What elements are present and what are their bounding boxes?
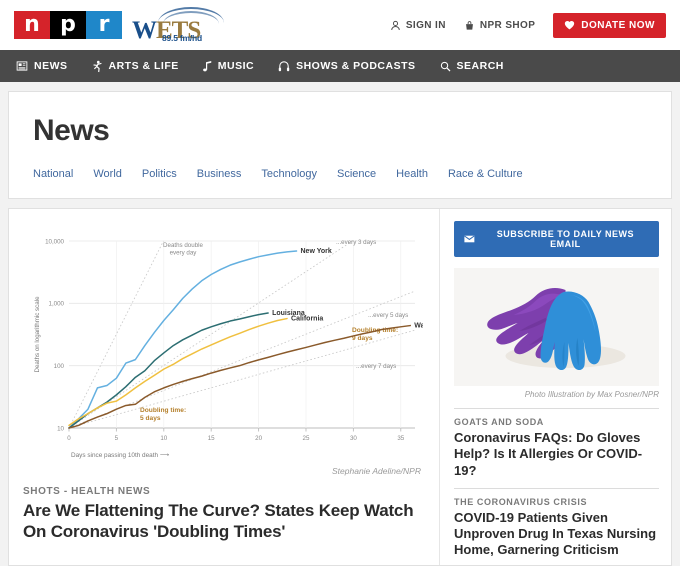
svg-text:0: 0: [67, 435, 71, 442]
newspaper-icon: [16, 61, 28, 71]
npr-logo-letter-n: n: [14, 11, 50, 39]
heart-icon: [565, 20, 575, 30]
gloves-photo-credit: Photo Illustration by Max Posner/NPR: [524, 390, 659, 399]
subnav-item-national[interactable]: National: [33, 168, 73, 180]
subnav-item-race-and-culture[interactable]: Race & Culture: [448, 168, 523, 180]
svg-text:10,000: 10,000: [45, 238, 64, 245]
featured-story-headline[interactable]: Are We Flattening The Curve? States Keep…: [23, 501, 425, 542]
svg-text:5 days: 5 days: [140, 415, 161, 422]
svg-text:...every 5 days: ...every 5 days: [368, 312, 408, 319]
sidebar-story-1-kicker: Goats and Soda: [454, 417, 544, 427]
svg-text:30: 30: [350, 435, 357, 442]
sidebar-story-1-headline[interactable]: Coronavirus FAQs: Do Gloves Help? Is It …: [454, 430, 659, 479]
subnav-item-science[interactable]: Science: [337, 168, 376, 180]
nav-item-music[interactable]: Music: [202, 60, 255, 72]
music-note-icon: [202, 61, 211, 72]
content-region: 10 100 1,000 10,000 0 5 10 15 20 25 30 35 Deaths on …: [8, 208, 672, 566]
station-callsign-w: W: [132, 17, 157, 44]
svg-text:20: 20: [255, 435, 262, 442]
nav-item-news[interactable]: News: [16, 60, 68, 72]
site-header: n p r WETS 89.5 fm/hd Sign In NPR Shop: [0, 0, 680, 50]
nav-item-shows-and-podcasts-label: Shows & Podcasts: [296, 60, 416, 72]
primary-navigation: News Arts & Life Music Shows & Podcasts: [0, 50, 680, 82]
sidebar-story-2-kicker: The Coronavirus Crisis: [454, 496, 588, 507]
svg-text:...every 3 days: ...every 3 days: [336, 239, 376, 246]
nav-item-arts-and-life[interactable]: Arts & Life: [92, 60, 179, 73]
npr-shop-link[interactable]: NPR Shop: [464, 20, 535, 31]
station-frequency: 89.5 fm/hd: [162, 33, 203, 43]
npr-logo-letter-r: r: [86, 11, 122, 39]
logo-group: n p r WETS 89.5 fm/hd: [14, 7, 228, 44]
shopping-bag-icon: [465, 20, 473, 30]
svg-text:10: 10: [57, 425, 64, 432]
svg-text:25: 25: [303, 435, 310, 442]
section-header-panel: News National World Politics Business Te…: [8, 91, 672, 199]
series-label-california: California: [291, 316, 323, 323]
donate-now-button[interactable]: Donate Now: [553, 12, 666, 38]
chart-canvas: 10 100 1,000 10,000 0 5 10 15 20 25 30 35 Deaths on …: [34, 238, 423, 459]
nav-item-arts-and-life-label: Arts & Life: [108, 60, 179, 72]
subscribe-daily-news-email-button[interactable]: Subscribe to Daily News Email: [454, 221, 659, 257]
svg-text:Days since passing 10th death: Days since passing 10th death ⟶: [71, 452, 169, 459]
svg-text:5: 5: [115, 435, 119, 442]
dancer-icon: [93, 60, 102, 72]
nav-item-search-label: Search: [456, 60, 504, 72]
subnav-item-world[interactable]: World: [93, 168, 122, 180]
npr-logo-letter-p: p: [50, 11, 86, 39]
station-logo-wets[interactable]: WETS 89.5 fm/hd: [132, 7, 228, 44]
featured-story: 10 100 1,000 10,000 0 5 10 15 20 25 30 35 Deaths on …: [9, 209, 439, 565]
svg-text:Deaths on logarithmic scale: Deaths on logarithmic scale: [34, 296, 41, 373]
svg-text:Deaths double: Deaths double: [163, 242, 203, 249]
subnav-item-health[interactable]: Health: [396, 168, 428, 180]
nav-item-search[interactable]: Search: [440, 60, 504, 72]
svg-text:100: 100: [54, 363, 65, 370]
search-icon: [440, 61, 451, 71]
sidebar: Subscribe to Daily News Email: [439, 209, 671, 565]
envelope-icon: [464, 235, 475, 243]
gloves-photo[interactable]: [454, 268, 659, 386]
svg-text:1,000: 1,000: [49, 301, 65, 308]
sign-in-link[interactable]: Sign In: [390, 20, 446, 31]
svg-text:every day: every day: [170, 250, 198, 257]
sidebar-story-2-headline[interactable]: COVID-19 Patients Given Unproven Drug In…: [454, 510, 659, 559]
chart-credit: Stephanie Adeline/NPR: [332, 466, 421, 476]
nav-item-shows-and-podcasts[interactable]: Shows & Podcasts: [278, 60, 415, 72]
subnav-item-politics[interactable]: Politics: [142, 168, 177, 180]
subscribe-button-label: Subscribe to Daily News Email: [496, 229, 635, 249]
svg-text:...every 7 days: ...every 7 days: [356, 363, 396, 370]
user-icon: [391, 20, 400, 30]
sidebar-divider-1: [454, 408, 659, 409]
page-title: News: [33, 114, 110, 147]
svg-text:35: 35: [397, 435, 404, 442]
npr-shop-label: NPR Shop: [479, 19, 536, 31]
svg-text:10: 10: [160, 435, 167, 442]
npr-logo[interactable]: n p r: [14, 11, 122, 39]
section-subnavigation: National World Politics Business Technol…: [33, 168, 647, 180]
series-label-new-york: New York: [301, 248, 332, 255]
nav-item-news-label: News: [34, 60, 68, 72]
subnav-item-business[interactable]: Business: [197, 168, 242, 180]
svg-text:15: 15: [208, 435, 215, 442]
doubling-time-chart: 10 100 1,000 10,000 0 5 10 15 20 25 30 35 Deaths on …: [23, 227, 423, 462]
headphones-icon: [278, 61, 290, 72]
sidebar-divider-2: [454, 487, 659, 489]
svg-text:Doubling time:: Doubling time:: [140, 407, 186, 414]
gloves-photo-illustration: [454, 268, 659, 386]
series-label-washington: Washington: [414, 323, 423, 330]
featured-story-kicker: Shots - Health News: [23, 486, 151, 497]
subnav-item-technology[interactable]: Technology: [261, 168, 317, 180]
sign-in-label: Sign In: [405, 19, 446, 31]
donate-now-label: Donate Now: [581, 19, 655, 31]
header-utility-group: Sign In NPR Shop Donate Now: [390, 12, 666, 38]
nav-item-music-label: Music: [217, 60, 255, 72]
